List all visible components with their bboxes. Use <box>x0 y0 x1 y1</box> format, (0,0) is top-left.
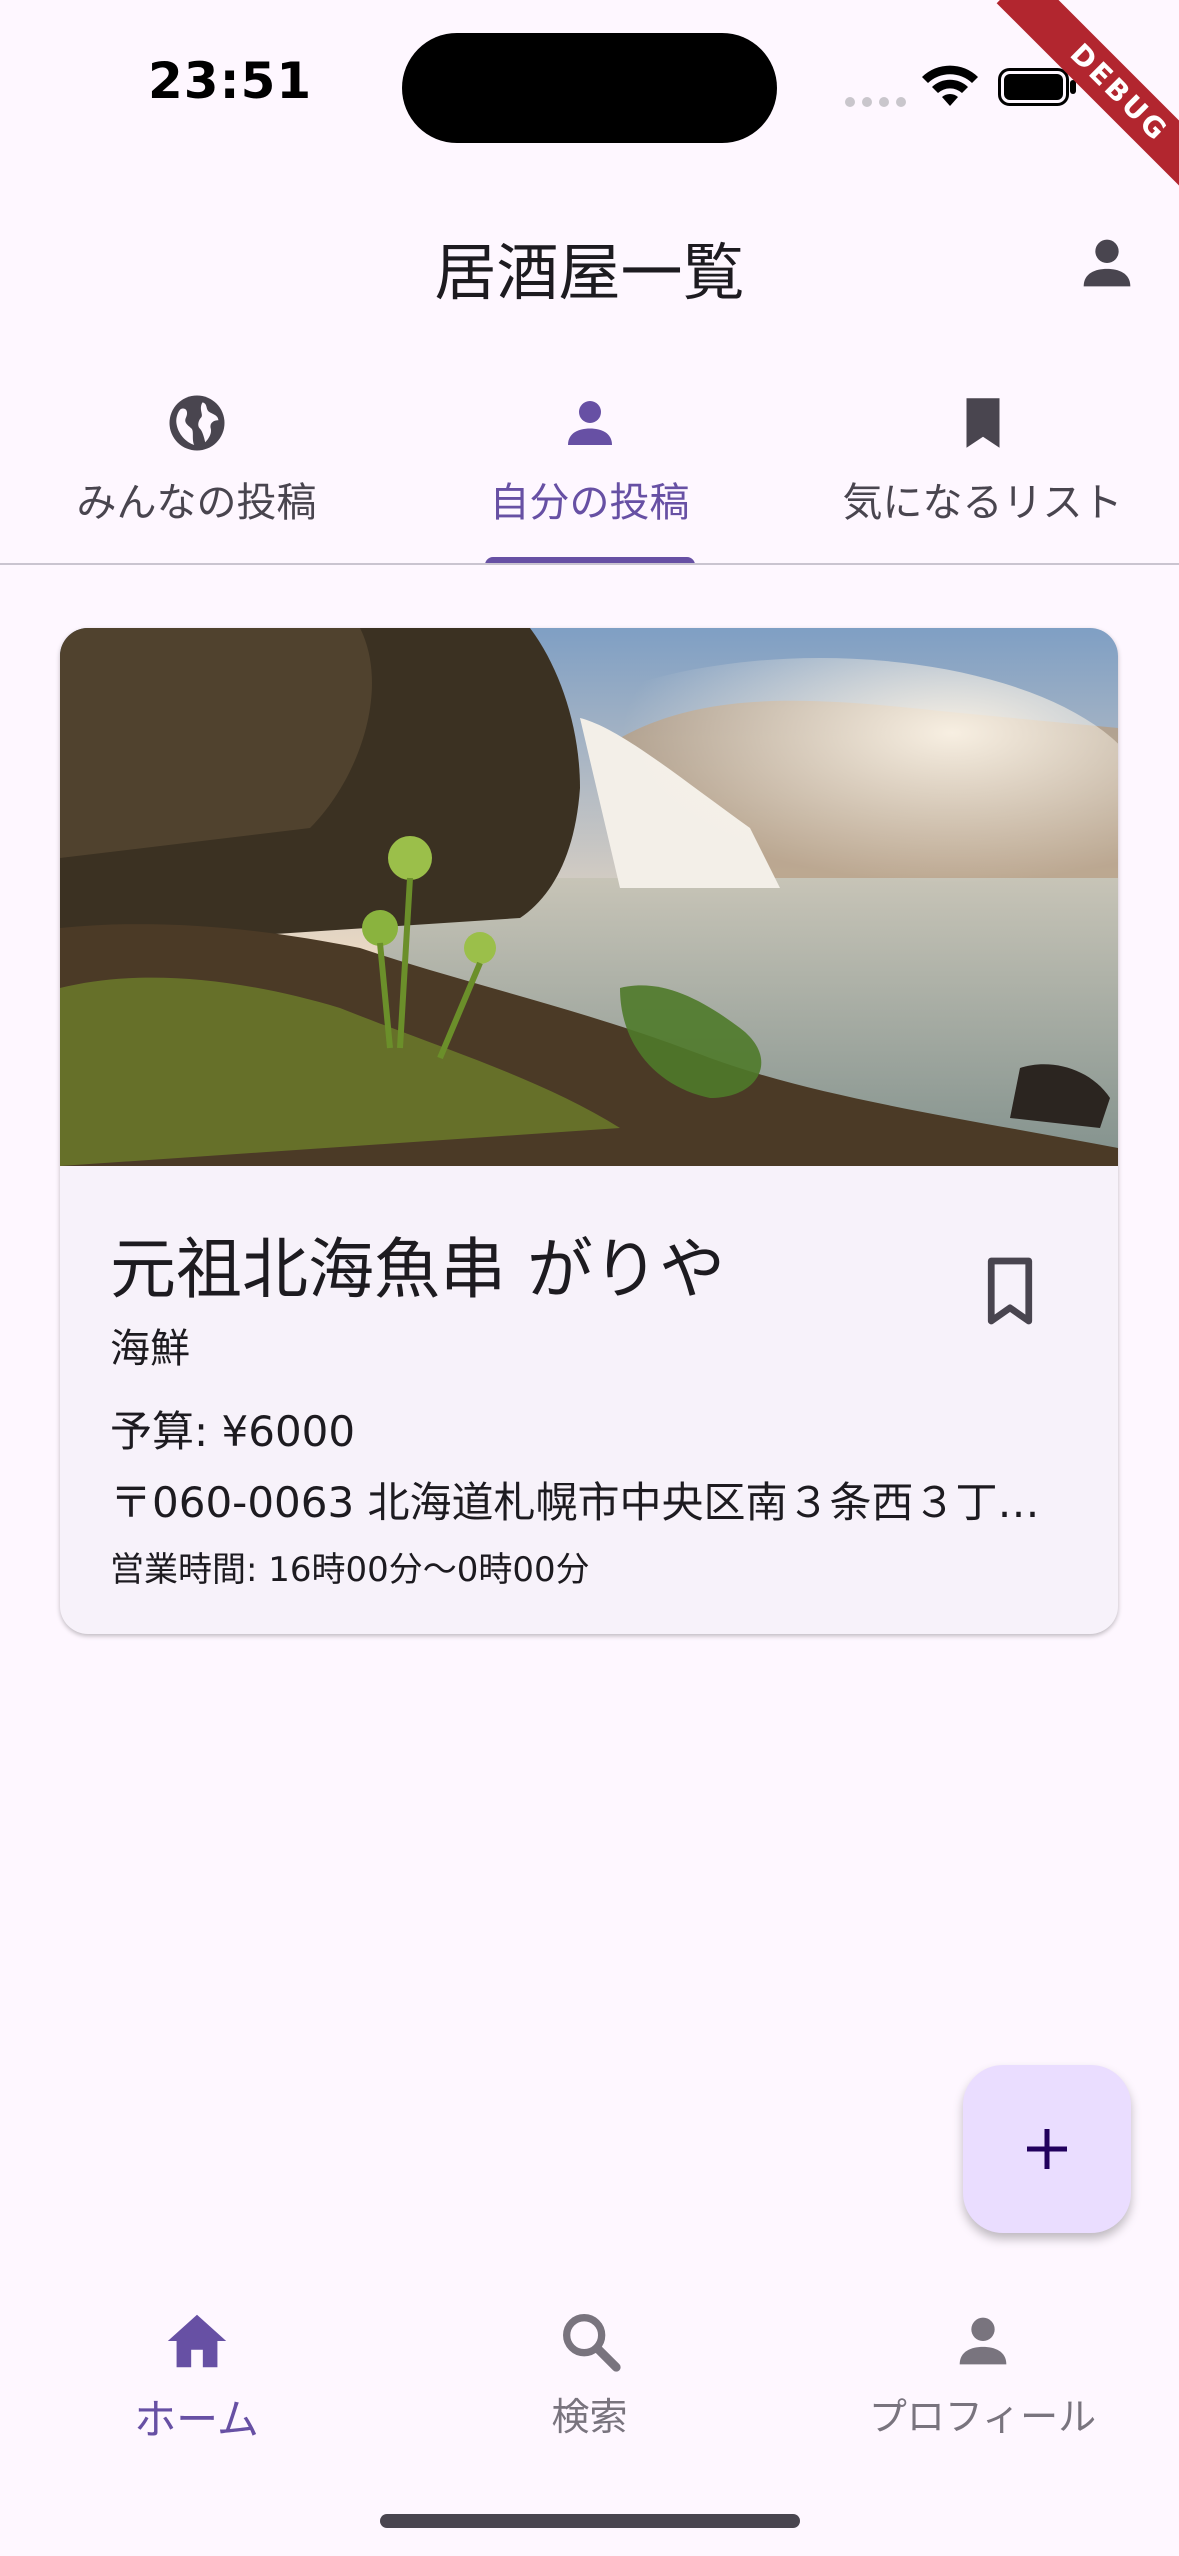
bookmark-icon <box>966 398 999 448</box>
home-indicator[interactable] <box>380 2514 800 2528</box>
add-post-button[interactable] <box>963 2065 1131 2233</box>
debug-banner: DEBUG <box>979 0 1179 200</box>
bookmark-outline-icon[interactable] <box>965 1246 1055 1336</box>
debug-banner-label: DEBUG <box>996 0 1179 200</box>
globe-icon <box>169 395 224 451</box>
tab-watchlist[interactable]: 気になるリスト <box>786 370 1179 565</box>
nav-label: 検索 <box>551 2395 628 2439</box>
card-body: 元祖北海魚串 がりや 海鮮 予算: ¥6000 〒060-0063 北海道札幌市… <box>60 1166 1118 1634</box>
home-icon <box>167 2314 226 2368</box>
nav-label: ホーム <box>134 2395 259 2444</box>
tab-everyone-posts[interactable]: みんなの投稿 <box>0 370 393 565</box>
shop-budget: 予算: ¥6000 <box>110 1407 356 1456</box>
tab-bar: みんなの投稿 自分の投稿 気になるリスト <box>0 370 1179 565</box>
person-icon <box>959 2317 1006 2365</box>
waterfall-photo <box>60 628 1118 1166</box>
wifi-icon <box>922 65 978 106</box>
shop-genre: 海鮮 <box>110 1326 190 1372</box>
tab-label: みんなの投稿 <box>76 480 317 526</box>
page-title: 居酒屋一覧 <box>434 236 745 309</box>
person-icon <box>567 401 612 445</box>
status-time: 23:51 <box>148 52 313 110</box>
nav-label: プロフィール <box>868 2395 1097 2439</box>
signal-dots-icon <box>845 97 906 107</box>
shop-hours: 営業時間: 16時00分〜0時00分 <box>110 1550 590 1590</box>
tab-label: 自分の投稿 <box>489 480 690 526</box>
tab-my-posts[interactable]: 自分の投稿 <box>393 370 786 565</box>
izakaya-card[interactable]: 元祖北海魚串 がりや 海鮮 予算: ¥6000 〒060-0063 北海道札幌市… <box>60 628 1118 1634</box>
shop-name: 元祖北海魚串 がりや <box>110 1231 725 1308</box>
tab-divider <box>0 563 1179 565</box>
person-icon[interactable] <box>1072 228 1142 298</box>
tab-label: 気になるリスト <box>842 480 1123 526</box>
plus-icon <box>1027 2129 1067 2169</box>
search-icon <box>562 2314 621 2372</box>
nav-profile[interactable]: プロフィール <box>786 2278 1179 2556</box>
dynamic-island <box>402 33 777 143</box>
shop-address: 〒060-0063 北海道札幌市中央区南３条西３丁… <box>110 1478 1040 1527</box>
nav-home[interactable]: ホーム <box>0 2278 393 2556</box>
